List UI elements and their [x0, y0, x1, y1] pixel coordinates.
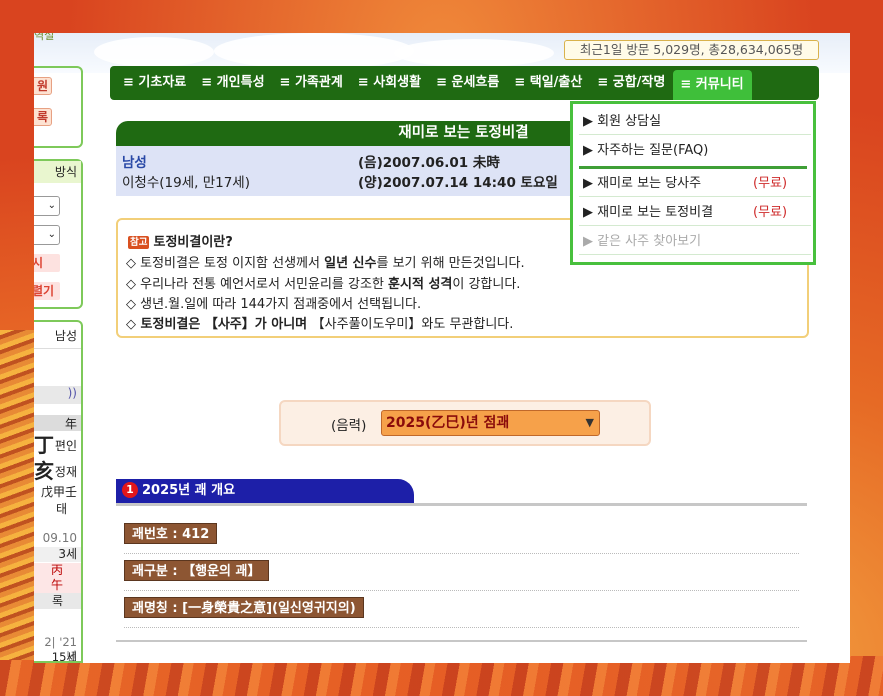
sidebar-years-fragment: 2| '21년 [44, 635, 77, 663]
lunar-date: (음)2007.06.01 未時 [358, 155, 500, 171]
sidebar-luck-stem: 丙 [34, 563, 81, 578]
nav-basic-data[interactable]: ≡ 기초자료 [116, 68, 194, 98]
top-nav: ≡ 기초자료 ≡ 개인특성 ≡ 가족관계 ≡ 사회생활 ≡ 운세흐름 ≡ 택일/… [110, 66, 819, 100]
nav-social-life[interactable]: ≡ 사회생활 [351, 68, 429, 98]
section-body: 괘번호 : 412 괘구분 : 【행운의 괘】 괘명칭 : [一身榮貴之意](일… [116, 503, 807, 642]
nav-date-birth[interactable]: ≡ 택일/출산 [507, 68, 590, 98]
cloud-decoration [214, 33, 414, 69]
gwae-name: 괘명칭 : [一身榮貴之意](일신영귀지의) [124, 597, 364, 618]
person-name-age: 이청수(19세, 만17세) [122, 175, 250, 191]
sidebar-select-1[interactable]: ⌄ [34, 196, 60, 216]
background-lines [0, 330, 34, 660]
divider [124, 552, 799, 554]
nav-compat-naming[interactable]: ≡ 궁합/작명 [590, 68, 673, 98]
sidebar-login-box: 원 록 [34, 66, 83, 148]
sidebar-blank-row [34, 348, 81, 368]
cloud-decoration [394, 39, 554, 67]
reference-badge: 참고 [128, 236, 150, 249]
site-logo-fragment[interactable]: 역설 [34, 33, 54, 43]
info-line-4: ◇ 토정비결은 【사주】가 아니며 【사주풀이도우미】와도 무관합니다. [126, 317, 514, 332]
menu-item-counseling[interactable]: ▶ 회원 상담실 [579, 108, 811, 135]
section-number: 1 [122, 482, 138, 498]
sidebar-gender: 남성 [54, 329, 77, 343]
year-select[interactable]: 2025(乙巳)년 점괘 ▼ [381, 410, 600, 436]
year-select-box: (음력) 2025(乙巳)년 점괘 ▼ [279, 400, 651, 446]
sidebar-ten-god-2: 정재 [54, 465, 77, 479]
sidebar-luck-branch: 午 [34, 578, 81, 593]
cloud-decoration [94, 37, 214, 67]
menu-item-same-saju[interactable]: ▶ 같은 사주 찾아보기 [579, 228, 811, 255]
sidebar-method-box: 방식 ⌄ ⌄ 시 렬기 [34, 159, 83, 309]
visit-counter: 최근1일 방문 5,029명, 총28,634,065명 [564, 40, 819, 60]
gwae-number: 괘번호 : 412 [124, 523, 218, 544]
community-dropdown: ▶ 회원 상담실 ▶ 자주하는 질문(FAQ) ▶ 재미로 보는 당사주 (무료)… [570, 101, 816, 265]
nav-family[interactable]: ≡ 가족관계 [273, 68, 351, 98]
menu-item-dangsaju[interactable]: ▶ 재미로 보는 당사주 (무료) [579, 170, 811, 197]
sidebar-button-4[interactable]: 렬기 [34, 282, 60, 300]
sidebar-select-2[interactable]: ⌄ [34, 225, 60, 245]
chevron-down-icon: ▼ [585, 416, 594, 429]
nav-community[interactable]: ≡ 커뮤니티 [673, 70, 752, 100]
gwae-type: 괘구분 : 【행운의 괘】 [124, 560, 269, 581]
menu-item-tojeong[interactable]: ▶ 재미로 보는 토정비결 (무료) [579, 199, 811, 226]
sidebar-age-fragment-2: 15세 [51, 650, 77, 663]
sidebar-hidden-stems: 戊甲壬 [40, 485, 77, 499]
info-line-1: ◇ 토정비결은 토정 이지함 선생께서 일년 신수를 보기 위해 만든것입니다. [126, 256, 525, 271]
solar-date: (양)2007.07.14 14:40 토요일 [358, 175, 558, 191]
sidebar-saju-box: 남성 )) 年 丁 편인 亥 정재 戊甲壬 태 09.10월 3세 丙 午 록 … [34, 320, 83, 663]
nav-fortune-flow[interactable]: ≡ 운세흐름 [429, 68, 507, 98]
sidebar-paren: )) [34, 386, 81, 404]
menu-item-faq[interactable]: ▶ 자주하는 질문(FAQ) [579, 137, 811, 164]
info-line-2: ◇ 우리나라 전통 예언서로서 서민윤리를 강조한 훈시적 성격이 강합니다. [126, 277, 521, 292]
sidebar-date-fragment: 09.10월 [42, 531, 77, 561]
info-line-3: ◇ 생년.월.일에 따라 144가지 점괘중에서 선택됩니다. [126, 297, 422, 312]
calendar-label: (음력) [331, 418, 367, 434]
info-title: 참고 토정비결이란? [128, 231, 233, 250]
sidebar-method-label: 방식 [34, 161, 81, 183]
sidebar-button-3[interactable]: 시 [34, 254, 60, 272]
sidebar-year-col: 年 [34, 415, 81, 431]
sidebar-ten-god-1: 편인 [54, 439, 77, 453]
sidebar-button-1[interactable]: 원 [34, 77, 52, 95]
section-title: 2025년 괘 개요 [142, 483, 236, 498]
nav-personal-traits[interactable]: ≡ 개인특성 [194, 68, 272, 98]
sidebar-button-2[interactable]: 록 [34, 108, 52, 126]
divider [124, 589, 799, 591]
section-header: 1 2025년 괘 개요 [116, 479, 414, 503]
divider [124, 626, 799, 628]
sidebar-stage: 태 [55, 502, 67, 516]
person-gender: 남성 [122, 155, 147, 171]
menu-separator [579, 166, 807, 169]
info-title-text: 토정비결이란? [153, 235, 233, 250]
sidebar-age-fragment: 3세 [34, 547, 81, 562]
sidebar-luck-label: 록 [34, 593, 81, 609]
